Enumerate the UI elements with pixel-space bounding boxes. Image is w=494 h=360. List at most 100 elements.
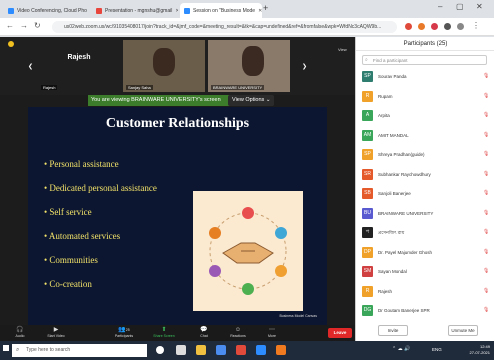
extension-icon[interactable]	[418, 23, 425, 30]
windows-start-icon[interactable]	[3, 345, 9, 351]
participant-name: AMIT MANDAL	[378, 132, 409, 138]
slide-bullet: • Communities	[44, 255, 98, 265]
chrome-icon[interactable]	[236, 345, 246, 355]
tile-name: Rajesh	[41, 85, 58, 90]
reload-icon[interactable]: ↻	[34, 21, 41, 30]
participant-row[interactable]: A Arpita 🎙	[356, 108, 494, 124]
participant-row[interactable]: SB Sanjoli Banerjee 🎙	[356, 186, 494, 202]
browser-tab-active[interactable]: Session on "Business Mode ✕	[180, 3, 262, 18]
start-video-button[interactable]: ▶ Start Video	[40, 326, 72, 341]
right-arrow-icon[interactable]: ❯	[302, 63, 307, 70]
participant-row[interactable]: BU BRAINWARE UNIVERSITY 🎙	[356, 206, 494, 222]
task-view-icon[interactable]	[176, 345, 186, 355]
avatar: R	[362, 90, 373, 102]
more-label: More	[268, 334, 276, 338]
meeting-toolbar: 🎧 Audio ▶ Start Video 👥25 Participants ⬆…	[0, 325, 355, 341]
participant-row[interactable]: SP Sourav Panda 🎙	[356, 69, 494, 85]
close-icon[interactable]: ✕	[172, 8, 178, 14]
taskbar-clock[interactable]: 12:49 27-07-2021	[470, 344, 490, 356]
avatar: SB	[362, 188, 373, 199]
search-icon: ⌕	[365, 57, 368, 63]
clock-date: 27-07-2021	[469, 350, 490, 355]
more-button[interactable]: ⋯ More	[256, 326, 288, 341]
muted-mic-icon: 🎙	[483, 287, 490, 294]
participant-video	[242, 46, 264, 76]
browser-tab[interactable]: Video Conferencing, Cloud Pho ✕	[4, 3, 90, 18]
participant-row[interactable]: SP Shreya Pradhan(guide) 🎙	[356, 147, 494, 163]
tile-name: BRAINWARE UNIVERSITY	[211, 85, 265, 90]
view-options-button[interactable]: View Options ⌄	[228, 95, 274, 106]
video-tile[interactable]: Rajesh Rajesh	[38, 40, 120, 92]
muted-mic-icon: 🎙	[483, 190, 490, 196]
banner-text: You are viewing BRAINWARE UNIVERSITY's s…	[91, 97, 221, 103]
zoom-app-icon[interactable]	[256, 345, 266, 355]
extension-icon[interactable]	[405, 23, 412, 30]
browser-tab[interactable]: Presentation - mgnshu@gmail ✕	[92, 3, 178, 18]
participant-row[interactable]: SR Subhankar Raychowdhury 🎙	[356, 167, 494, 183]
participant-row[interactable]: R Rajesh 🎙	[356, 284, 494, 300]
chat-button[interactable]: 💬 Chat	[188, 326, 220, 341]
close-icon[interactable]: ✕	[255, 8, 262, 14]
view-button[interactable]: View	[338, 47, 347, 52]
left-arrow-icon[interactable]: ❮	[28, 63, 33, 70]
tab-label: Presentation - mgnshu@gmail	[105, 7, 173, 14]
close-icon[interactable]: ✕	[87, 8, 91, 14]
cortana-icon[interactable]	[156, 346, 164, 354]
video-tile[interactable]: BRAINWARE UNIVERSITY	[208, 40, 290, 92]
more-icon: ⋯	[269, 327, 275, 333]
muted-mic-icon: 🎙	[483, 248, 490, 255]
video-tile[interactable]: Sanjay Saha	[123, 40, 205, 92]
profile-icon[interactable]	[457, 23, 464, 30]
language-indicator[interactable]: ENG	[432, 347, 442, 352]
maximize-icon[interactable]: ▢	[456, 2, 464, 11]
back-icon[interactable]: ←	[6, 21, 14, 30]
view-options-label: View Options ⌄	[232, 97, 271, 103]
shield-icon[interactable]	[8, 41, 14, 47]
search-icon: ⌕	[16, 347, 20, 353]
participant-name: Sourav Panda	[378, 74, 407, 79]
slide-bullet: • Dedicated personal assistance	[44, 183, 157, 193]
participant-row[interactable]: AM AMIT MANDAL 🎙	[356, 128, 494, 144]
participant-name: BRAINWARE UNIVERSITY	[378, 210, 434, 216]
menu-icon[interactable]: ⋮	[472, 21, 480, 30]
participants-button[interactable]: 👥25 Participants	[108, 326, 140, 341]
file-explorer-icon[interactable]	[196, 345, 206, 355]
url-input[interactable]: us02web.zoom.us/wc/91035408017/join?trac…	[52, 21, 397, 33]
close-window-icon[interactable]: ✕	[476, 2, 483, 11]
avatar: BU	[362, 207, 373, 219]
store-icon[interactable]	[216, 345, 226, 355]
participant-row[interactable]: DG Dr Goutam Banerjee SPR 🎙	[356, 303, 494, 319]
url-text: us02web.zoom.us/wc/91035408017/join?trac…	[64, 24, 382, 30]
share-screen-button[interactable]: ⬆ Share Screen	[148, 326, 180, 341]
windows-taskbar: ⌕ Type here to search ⌃ ☁ 🔊 ENG 12:49 27…	[0, 341, 494, 360]
audio-button[interactable]: 🎧 Audio	[4, 326, 36, 341]
avatar: A	[362, 110, 373, 121]
participants-panel: Participants (25) ⌕ Find a participant S…	[355, 37, 494, 341]
extensions-puzzle-icon[interactable]	[444, 23, 451, 30]
muted-mic-icon: 🎙	[483, 151, 490, 157]
participant-row[interactable]: প প্রসেনজিৎ রায় 🎙	[356, 225, 494, 241]
leave-button[interactable]: Leave	[328, 328, 352, 338]
participant-search-input[interactable]: ⌕ Find a participant	[362, 55, 487, 65]
shared-slide: Customer Relationships • Personal assist…	[28, 107, 327, 325]
unmute-me-button[interactable]: Unmute Me	[448, 325, 478, 336]
participant-row[interactable]: DP Dr. Payel Majumder Ghosh 🎙	[356, 245, 494, 261]
invite-button[interactable]: Invite	[378, 325, 408, 336]
reactions-button[interactable]: ☺ Reactions	[222, 326, 254, 341]
forward-icon[interactable]: →	[20, 21, 28, 30]
presenter-name: Rajesh	[67, 54, 91, 61]
zoom-favicon-icon	[184, 7, 190, 14]
slide-title: Customer Relationships	[105, 116, 250, 131]
avatar: SP	[362, 71, 373, 82]
powerpoint-icon[interactable]	[276, 345, 286, 355]
participants-title: Participants (25)	[356, 37, 494, 51]
participant-row[interactable]: SM Sayan Mondal 🎙	[356, 264, 494, 280]
avatar: R	[362, 285, 373, 297]
participant-row[interactable]: R Rupam 🎙	[356, 89, 494, 105]
minimize-icon[interactable]: –	[438, 2, 442, 11]
taskbar-search-input[interactable]: ⌕ Type here to search	[12, 344, 147, 357]
tray-icons[interactable]: ⌃ ☁ 🔊	[392, 346, 410, 352]
new-tab-button[interactable]: +	[263, 3, 268, 13]
extension-icon[interactable]	[431, 23, 438, 30]
participant-name: প্রসেনজিৎ রায়	[378, 230, 405, 235]
